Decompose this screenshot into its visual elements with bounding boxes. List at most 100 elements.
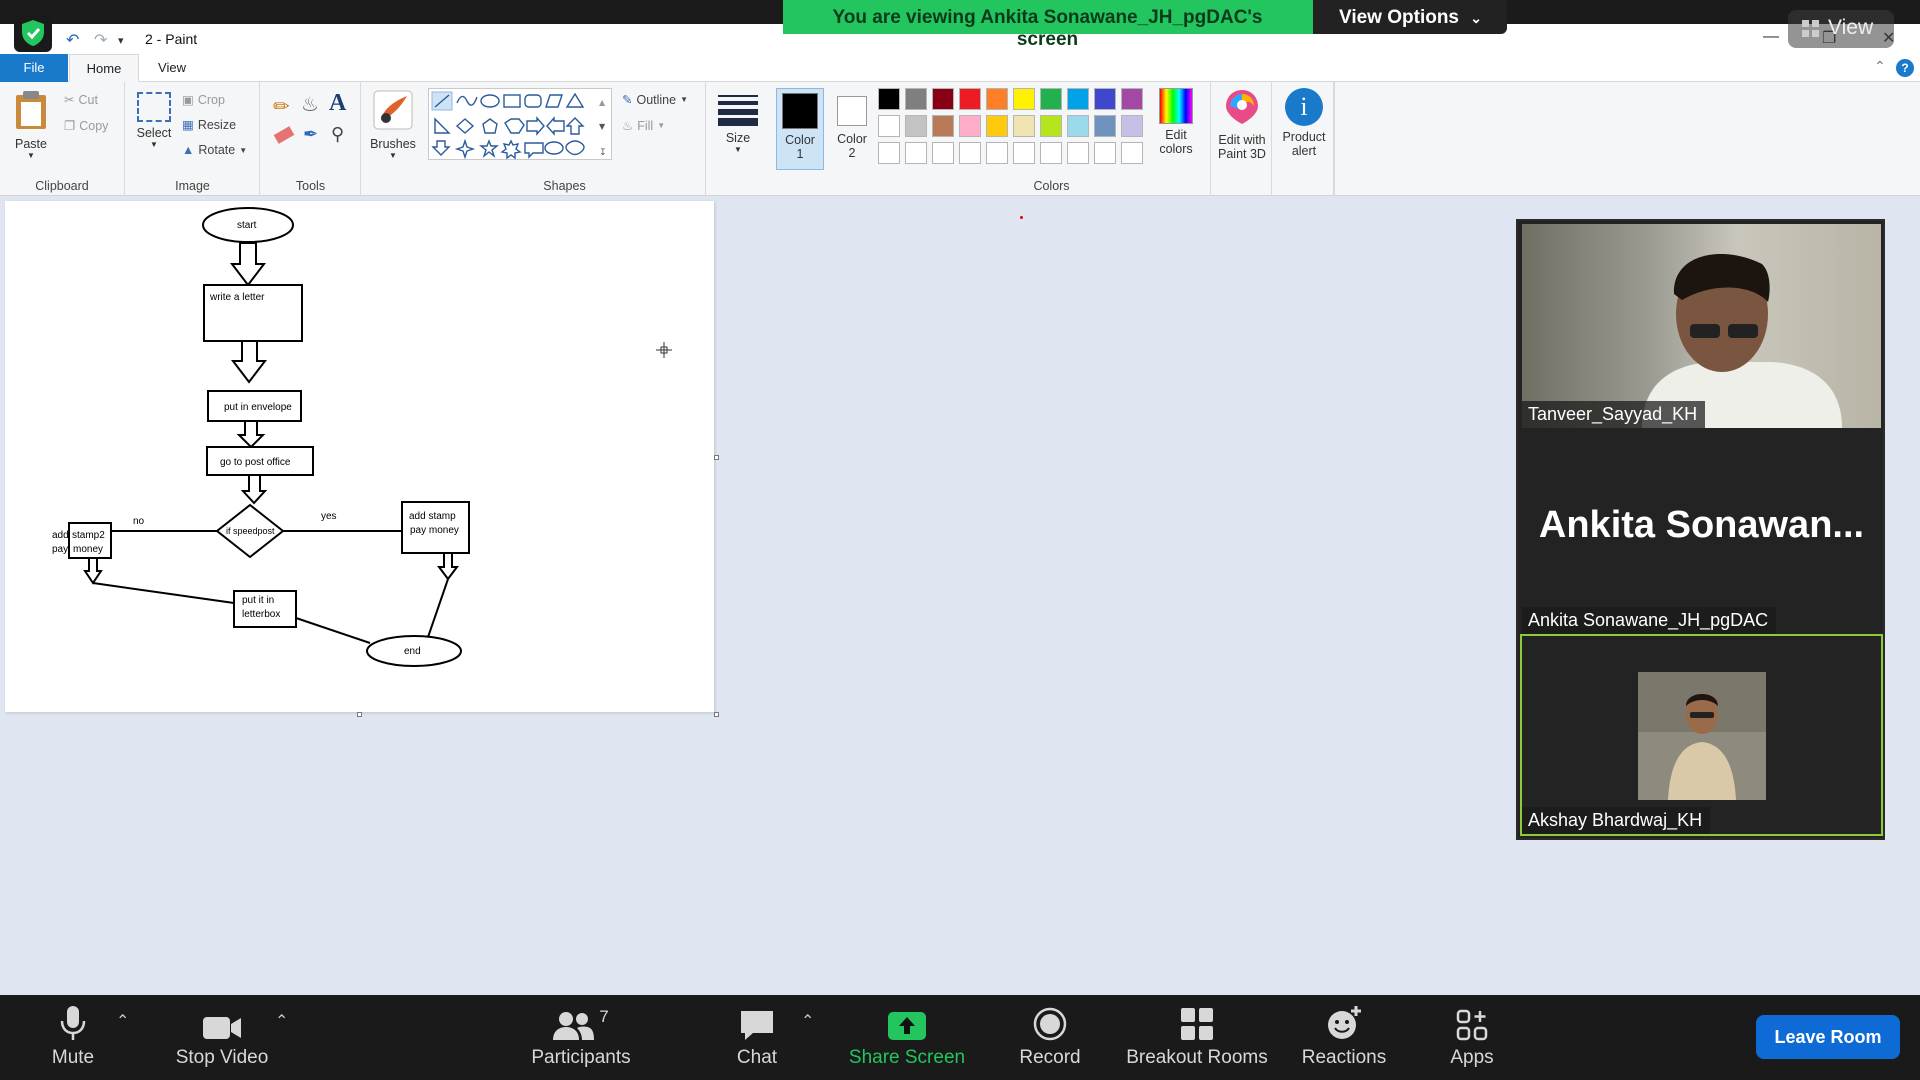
paste-button[interactable]: Paste ▼ [10,90,52,160]
palette-swatch[interactable] [986,88,1008,110]
arrow-post-decision [240,474,268,505]
chat-button[interactable]: Chat [730,995,784,1080]
color2-button[interactable]: Color 2 [830,88,874,160]
palette-swatch[interactable] [905,88,927,110]
drawing-canvas[interactable]: start write a letter put in envelope go … [5,201,714,712]
breakout-rooms-button[interactable]: Breakout Rooms [1122,995,1272,1080]
video-tile-akshay[interactable]: Akshay Bhardwaj_KH [1520,634,1883,836]
svg-text:▲: ▲ [599,98,606,107]
undo-icon[interactable]: ↶ [66,30,79,50]
palette-swatch[interactable] [959,88,981,110]
reactions-button[interactable]: Reactions [1300,995,1388,1080]
resize-button[interactable]: ▦ Resize [182,117,236,133]
edit-colors-button[interactable]: Edit colors [1152,88,1200,156]
brushes-label: Brushes [370,137,416,151]
product-alert-button[interactable]: i Product alert [1275,88,1333,158]
video-tile-tanveer[interactable]: Tanveer_Sayyad_KH [1522,224,1881,428]
chat-options-caret-icon[interactable]: ⌃ [801,1011,814,1031]
chevron-down-icon: ⌄ [1470,10,1483,26]
resize-icon: ▦ [182,118,194,132]
palette-swatch[interactable] [1094,142,1116,164]
product-alert-group: i Product alert [1273,82,1335,196]
resize-handle-right[interactable] [714,455,719,460]
palette-swatch[interactable] [1094,115,1116,137]
palette-swatch[interactable] [932,142,954,164]
collapse-ribbon-icon[interactable]: ⌃ [1874,58,1886,75]
magnifier-icon[interactable]: ⚲ [331,124,344,145]
palette-swatch[interactable] [959,115,981,137]
palette-swatch[interactable] [959,142,981,164]
minimize-icon[interactable]: — [1763,28,1779,46]
text-tool-icon[interactable]: A [329,90,346,117]
edit-with-paint3d-button[interactable]: Edit with Paint 3D [1213,88,1271,161]
cut-button[interactable]: ✂ Cut [64,92,98,108]
palette-swatch[interactable] [878,115,900,137]
participant-video [1642,254,1842,428]
color-picker-icon[interactable]: ✒ [303,124,318,145]
audio-options-caret-icon[interactable]: ⌃ [116,1011,129,1031]
add-stamp-text-1: add stamp [409,511,456,522]
size-button[interactable]: Size ▼ [716,92,760,154]
arrow-add-stamp-down [437,552,459,581]
image-group: Select ▼ ▣ Crop ▦ Resize ▲ Rotate ▼ Image [126,82,260,196]
help-icon[interactable]: ? [1896,59,1914,77]
fill-bucket-icon[interactable]: ♨ [301,92,319,117]
brushes-button[interactable]: Brushes ▼ [369,90,417,160]
palette-swatch[interactable] [1121,88,1143,110]
fill-button[interactable]: ♨ Fill ▼ [622,118,665,134]
palette-swatch[interactable] [1067,142,1089,164]
palette-swatch[interactable] [986,142,1008,164]
palette-swatch[interactable] [905,115,927,137]
share-screen-button[interactable]: Share Screen [846,995,968,1080]
outline-button[interactable]: ✎ Outline ▼ [622,92,688,108]
palette-swatch[interactable] [878,142,900,164]
palette-swatch[interactable] [905,142,927,164]
palette-swatch[interactable] [1013,142,1035,164]
palette-swatch[interactable] [932,88,954,110]
copy-button[interactable]: ❐ Copy [64,118,108,134]
customize-quick-access-icon[interactable]: ▾ [118,34,124,47]
letterbox-text-1: put it in [242,595,274,606]
participant-avatar-image [1638,672,1766,800]
stop-video-button[interactable]: Stop Video [172,995,272,1080]
palette-swatch[interactable] [1040,88,1062,110]
palette-swatch[interactable] [1067,88,1089,110]
tab-home[interactable]: Home [69,54,139,82]
palette-swatch[interactable] [1013,88,1035,110]
palette-swatch[interactable] [1040,142,1062,164]
crop-button[interactable]: ▣ Crop [182,92,225,108]
view-options-button[interactable]: View Options ⌄ [1313,0,1507,34]
palette-swatch[interactable] [1040,115,1062,137]
leave-room-button[interactable]: Leave Room [1756,1015,1900,1059]
view-toggle-button[interactable]: View [1788,10,1894,48]
palette-swatch[interactable] [1094,88,1116,110]
security-shield-icon[interactable] [14,14,52,52]
color1-button[interactable]: Color 1 [776,88,824,170]
share-screen-icon [888,1012,926,1040]
resize-handle-corner[interactable] [714,712,719,717]
palette-swatch[interactable] [1067,115,1089,137]
pencil-icon[interactable]: ✏ [273,94,290,119]
video-tile-ankita[interactable]: Ankita Sonawan... Ankita Sonawane_JH_pgD… [1522,428,1881,634]
tab-view[interactable]: View [150,54,194,82]
palette-swatch[interactable] [878,88,900,110]
palette-swatch[interactable] [986,115,1008,137]
apps-button[interactable]: Apps [1440,995,1504,1080]
redo-icon[interactable]: ↷ [94,30,107,50]
chevron-down-icon: ▼ [734,145,742,154]
palette-swatch[interactable] [932,115,954,137]
video-options-caret-icon[interactable]: ⌃ [275,1011,288,1031]
record-button[interactable]: Record [1010,995,1090,1080]
select-button[interactable]: Select ▼ [134,92,174,149]
palette-swatch[interactable] [1121,142,1143,164]
participants-button[interactable]: 7 Participants [528,995,634,1080]
palette-swatch[interactable] [1121,115,1143,137]
product-alert-label-line2: alert [1291,144,1317,158]
rotate-button[interactable]: ▲ Rotate ▼ [182,143,247,157]
shapes-gallery[interactable]: ▲ ▼ ↧ [428,88,612,160]
tab-file[interactable]: File [0,54,68,82]
palette-swatch[interactable] [1013,115,1035,137]
eraser-icon[interactable] [273,126,295,144]
resize-handle-bottom[interactable] [357,712,362,717]
mute-button[interactable]: Mute [40,995,106,1080]
